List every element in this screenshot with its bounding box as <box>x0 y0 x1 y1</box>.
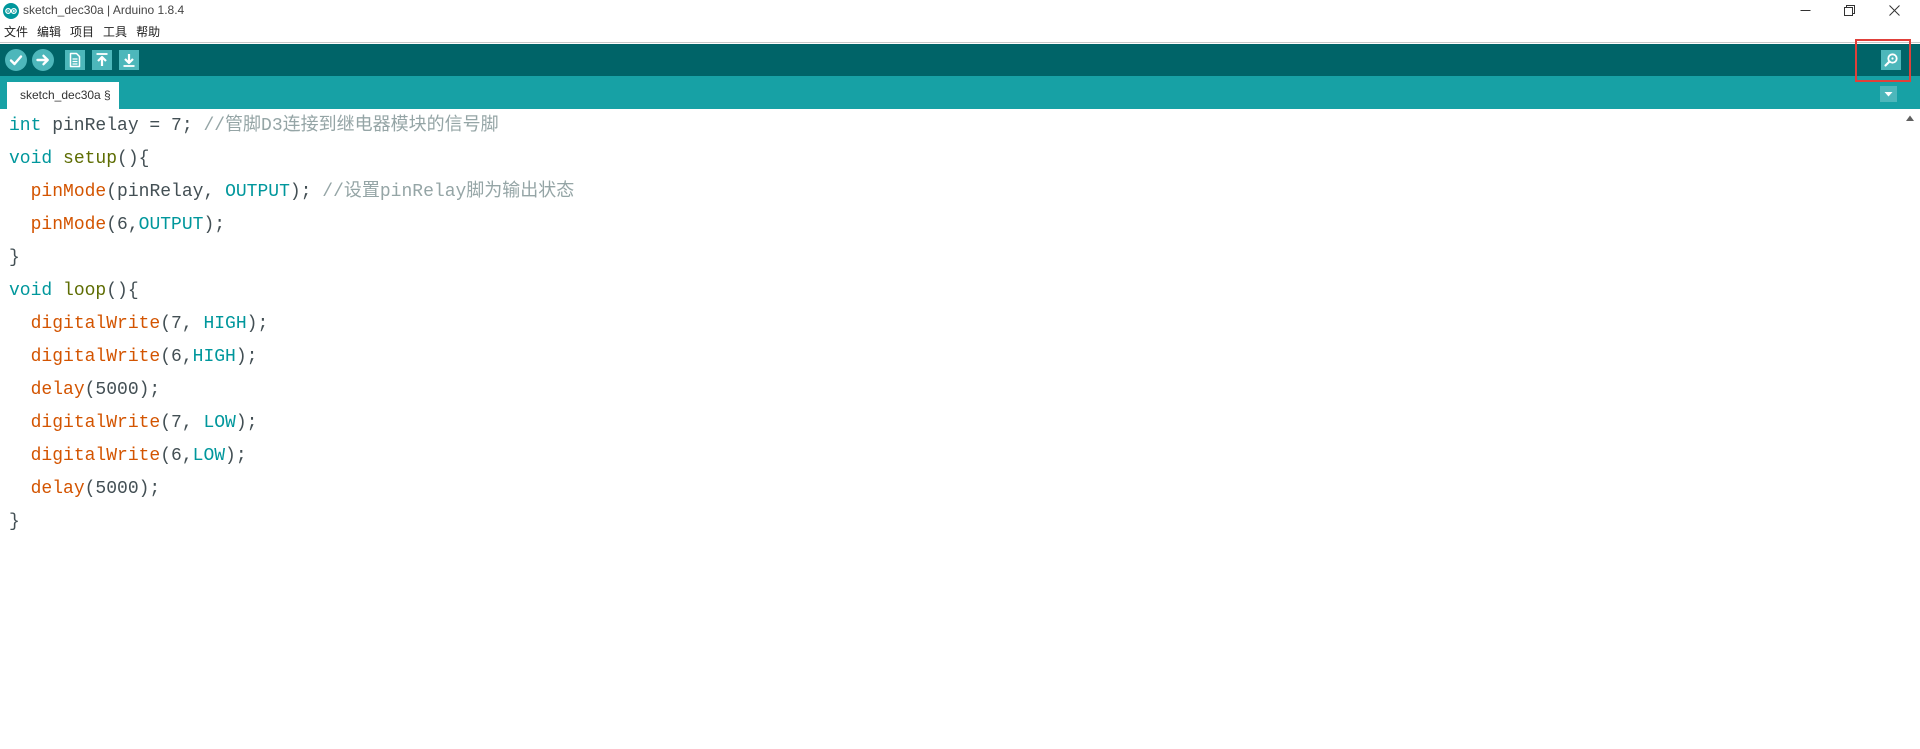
title-bar: sketch_dec30a | Arduino 1.8.4 <box>0 0 1920 21</box>
code-keyword: void <box>9 149 53 169</box>
close-icon <box>1888 5 1900 16</box>
menu-tools[interactable]: 工具 <box>103 25 127 39</box>
code-text: } <box>9 248 20 268</box>
tab-bar: sketch_dec30a § <box>0 76 1920 109</box>
code-builtin-call: delay <box>30 479 85 499</box>
menu-edit[interactable]: 编辑 <box>37 25 61 39</box>
menu-file[interactable]: 文件 <box>4 25 28 39</box>
code-line: int pinRelay = 7; //管脚D3连接到继电器模块的信号脚 <box>9 110 574 143</box>
code-line: pinMode(pinRelay, OUTPUT); //设置pinRelay脚… <box>9 176 575 209</box>
toolbar <box>0 44 1920 76</box>
code-builtin-call: digitalWrite <box>30 347 161 367</box>
code-text: (){ <box>117 149 150 169</box>
code-keyword: LOW <box>192 446 226 466</box>
code-text: pinRelay = 7; <box>41 116 204 136</box>
code-builtin-call: digitalWrite <box>30 446 161 466</box>
code-text: ); <box>203 215 226 235</box>
code-keyword: LOW <box>203 413 236 433</box>
code-keyword: void <box>9 281 53 301</box>
menu-help[interactable]: 帮助 <box>136 25 160 39</box>
menu-sketch[interactable]: 项目 <box>70 25 94 39</box>
tab-sketch-dec30a[interactable]: sketch_dec30a § <box>7 82 119 109</box>
code-line: delay(5000); <box>9 374 574 407</box>
code-text: (5000); <box>84 380 161 400</box>
code-line: digitalWrite(7, HIGH); <box>9 308 574 341</box>
code-comment: //设置pinRelay脚为输出状态 <box>322 182 575 202</box>
restore-icon <box>1843 5 1855 16</box>
code-line: void loop(){ <box>9 275 574 308</box>
code-text: (7, <box>160 413 204 433</box>
menu-bar: 文件 编辑 项目 工具 帮助 <box>0 21 1920 43</box>
tab-dropdown-icon <box>1880 86 1897 102</box>
arduino-logo-icon <box>3 3 19 19</box>
code-text: (7, <box>160 314 204 334</box>
code-line: digitalWrite(6,LOW); <box>9 440 574 473</box>
code-text: ); <box>246 314 269 334</box>
code-editor[interactable]: int pinRelay = 7; //管脚D3连接到继电器模块的信号脚 void… <box>0 109 1920 749</box>
code-text: ); <box>225 446 247 466</box>
code-text: (6, <box>160 446 193 466</box>
window-title: sketch_dec30a | Arduino 1.8.4 <box>23 3 185 17</box>
code-text: } <box>9 512 20 532</box>
code-builtin-call: digitalWrite <box>30 413 161 433</box>
vertical-scrollbar[interactable] <box>1900 109 1920 749</box>
code-text: (5000); <box>84 479 161 499</box>
verify-check-icon <box>5 49 27 71</box>
code-builtin-call: digitalWrite <box>30 314 161 334</box>
open-sketch-icon <box>92 50 112 70</box>
minimize-icon <box>1800 10 1810 11</box>
close-button[interactable] <box>1885 2 1903 19</box>
code-text: (6, <box>160 347 193 367</box>
code-keyword: HIGH <box>192 347 236 367</box>
scroll-up-arrow-icon[interactable] <box>1905 114 1915 122</box>
code-text: (pinRelay, <box>106 182 226 202</box>
upload-arrow-icon <box>32 49 54 71</box>
new-sketch-icon <box>65 50 85 70</box>
code-function-name: loop <box>63 281 107 301</box>
code-builtin-call: delay <box>30 380 85 400</box>
code-builtin-call: pinMode <box>30 182 107 202</box>
code-line: } <box>9 242 574 275</box>
minimize-button[interactable] <box>1796 2 1814 19</box>
code-line: delay(5000); <box>9 473 574 506</box>
code-keyword: OUTPUT <box>138 215 204 235</box>
code-line: digitalWrite(7, LOW); <box>9 407 574 440</box>
code-function-name: setup <box>63 149 118 169</box>
save-sketch-button[interactable] <box>119 50 139 70</box>
verify-button[interactable] <box>5 49 27 71</box>
code-text: ); <box>289 182 323 202</box>
new-sketch-button[interactable] <box>65 50 85 70</box>
code-keyword: OUTPUT <box>225 182 290 202</box>
code-text: (){ <box>106 281 139 301</box>
code-text-area[interactable]: int pinRelay = 7; //管脚D3连接到继电器模块的信号脚 void… <box>9 110 574 539</box>
upload-button[interactable] <box>32 49 54 71</box>
code-comment: //管脚D3连接到继电器模块的信号脚 <box>203 116 499 136</box>
restore-button[interactable] <box>1840 2 1858 19</box>
code-text: (6, <box>106 215 139 235</box>
code-text: ); <box>235 413 258 433</box>
open-sketch-button[interactable] <box>92 50 112 70</box>
save-sketch-icon <box>119 50 139 70</box>
code-keyword: HIGH <box>203 314 247 334</box>
code-line: pinMode(6,OUTPUT); <box>9 209 574 242</box>
code-keyword: int <box>9 116 42 136</box>
code-line: void setup(){ <box>9 143 574 176</box>
code-line: digitalWrite(6,HIGH); <box>9 341 574 374</box>
code-builtin-call: pinMode <box>30 215 107 235</box>
tab-menu-button[interactable] <box>1880 86 1897 102</box>
highlight-box <box>1855 39 1911 82</box>
code-text: ); <box>235 347 258 367</box>
code-line: } <box>9 506 574 539</box>
